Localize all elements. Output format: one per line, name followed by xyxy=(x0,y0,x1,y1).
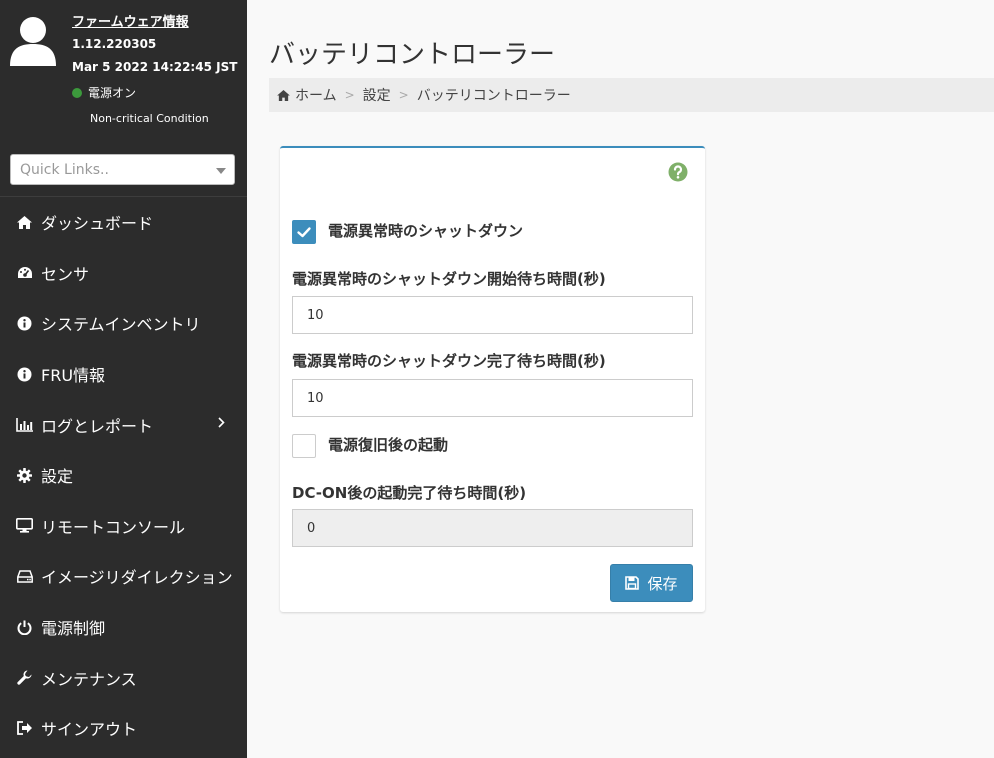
breadcrumb-separator: > xyxy=(398,88,409,102)
user-avatar-icon xyxy=(10,17,56,66)
shutdown-complete-wait-value: 10 xyxy=(307,391,324,406)
shutdown-start-wait-input[interactable]: 10 xyxy=(292,296,693,334)
sidebar-item-label: サインアウト xyxy=(41,720,138,740)
sidebar-item-dashboard[interactable]: ダッシュボード xyxy=(0,197,247,248)
power-status-dot-icon xyxy=(72,87,82,98)
sidebar-item-label: 設定 xyxy=(41,467,74,487)
sidebar-nav: ダッシュボード センサ システムインベントリ FRU情報 ログとレポート 設定 … xyxy=(0,197,247,754)
breadcrumb-current: バッテリコントローラー xyxy=(416,88,571,104)
profile-panel: ファームウェア情報 1.12.220305 Mar 5 2022 14:22:4… xyxy=(0,0,247,140)
wrench-icon xyxy=(16,669,33,686)
sidebar-item-logs-reports[interactable]: ログとレポート xyxy=(0,399,247,450)
sidebar-item-settings[interactable]: 設定 xyxy=(0,450,247,501)
shutdown-complete-wait-input[interactable]: 10 xyxy=(292,379,693,417)
sidebar-item-sensor[interactable]: センサ xyxy=(0,248,247,299)
sidebar-item-fru[interactable]: FRU情報 xyxy=(0,349,247,400)
sidebar-item-label: メンテナンス xyxy=(41,669,137,689)
sidebar-item-sign-out[interactable]: サインアウト xyxy=(0,703,247,754)
home-icon xyxy=(16,214,33,231)
chevron-right-icon xyxy=(218,417,225,428)
restart-after-recovery-label: 電源復旧後の起動 xyxy=(328,436,449,454)
sidebar-item-label: ダッシュボード xyxy=(41,214,154,234)
sidebar-item-label: システムインベントリ xyxy=(41,315,201,335)
drive-icon xyxy=(16,568,33,585)
breadcrumb-separator: > xyxy=(344,88,355,102)
breadcrumb-home-link[interactable]: ホーム xyxy=(295,85,337,105)
power-icon xyxy=(16,619,33,636)
condition-status: Non-critical Condition xyxy=(90,112,209,125)
help-icon[interactable] xyxy=(668,162,688,182)
save-button-label: 保存 xyxy=(647,574,678,593)
sidebar-item-label: リモートコンソール xyxy=(41,517,186,537)
dashboard-gauge-icon xyxy=(16,264,33,281)
sidebar-item-remote-console[interactable]: リモートコンソール xyxy=(0,501,247,552)
shutdown-complete-wait-label: 電源異常時のシャットダウン完了待ち時間(秒) xyxy=(292,352,606,370)
firmware-date: Mar 5 2022 14:22:45 JST xyxy=(72,60,238,74)
dcon-boot-wait-label: DC-ON後の起動完了待ち時間(秒) xyxy=(292,484,527,502)
restart-after-recovery-checkbox[interactable] xyxy=(292,434,316,458)
sidebar-item-label: 電源制御 xyxy=(41,619,106,639)
chevron-down-icon xyxy=(216,168,226,174)
save-button[interactable]: 保存 xyxy=(610,564,693,602)
shutdown-on-power-failure-label: 電源異常時のシャットダウン xyxy=(328,222,524,240)
dcon-boot-wait-value: 0 xyxy=(307,521,316,536)
sidebar-item-maintenance[interactable]: メンテナンス xyxy=(0,652,247,703)
sidebar-item-power-control[interactable]: 電源制御 xyxy=(0,602,247,653)
page-title: バッテリコントローラー xyxy=(269,40,556,70)
sidebar-item-label: センサ xyxy=(41,264,90,284)
sidebar-item-system-inventory[interactable]: システムインベントリ xyxy=(0,298,247,349)
power-status: 電源オン xyxy=(72,84,136,101)
shutdown-start-wait-value: 10 xyxy=(307,308,324,323)
dcon-boot-wait-input: 0 xyxy=(292,509,693,547)
sign-out-icon xyxy=(16,720,33,737)
shutdown-on-power-failure-checkbox[interactable] xyxy=(292,220,316,244)
checkmark-icon xyxy=(297,227,311,238)
sidebar-item-label: FRU情報 xyxy=(41,366,106,386)
bar-chart-icon xyxy=(16,416,33,433)
home-icon xyxy=(277,89,290,101)
gear-icon xyxy=(16,467,33,484)
info-icon xyxy=(16,315,33,332)
sidebar-item-image-redirection[interactable]: イメージリダイレクション xyxy=(0,551,247,602)
shutdown-start-wait-label: 電源異常時のシャットダウン開始待ち時間(秒) xyxy=(292,270,606,288)
monitor-icon xyxy=(16,517,33,534)
quick-links-placeholder: Quick Links.. xyxy=(20,162,109,178)
sidebar-item-label: ログとレポート xyxy=(41,416,154,436)
sidebar: ファームウェア情報 1.12.220305 Mar 5 2022 14:22:4… xyxy=(0,0,247,758)
sidebar-item-label: イメージリダイレクション xyxy=(41,568,233,588)
breadcrumb-settings-link[interactable]: 設定 xyxy=(363,85,391,105)
floppy-disk-icon xyxy=(625,576,640,590)
power-status-label: 電源オン xyxy=(88,86,137,100)
info-icon xyxy=(16,366,33,383)
firmware-version: 1.12.220305 xyxy=(72,37,157,51)
battery-controller-form: 電源異常時のシャットダウン 電源異常時のシャットダウン開始待ち時間(秒) 10 … xyxy=(280,146,705,612)
breadcrumb: ホーム > 設定 > バッテリコントローラー xyxy=(269,78,994,112)
firmware-info-link[interactable]: ファームウェア情報 xyxy=(72,11,189,30)
quick-links-select[interactable]: Quick Links.. xyxy=(10,154,235,185)
